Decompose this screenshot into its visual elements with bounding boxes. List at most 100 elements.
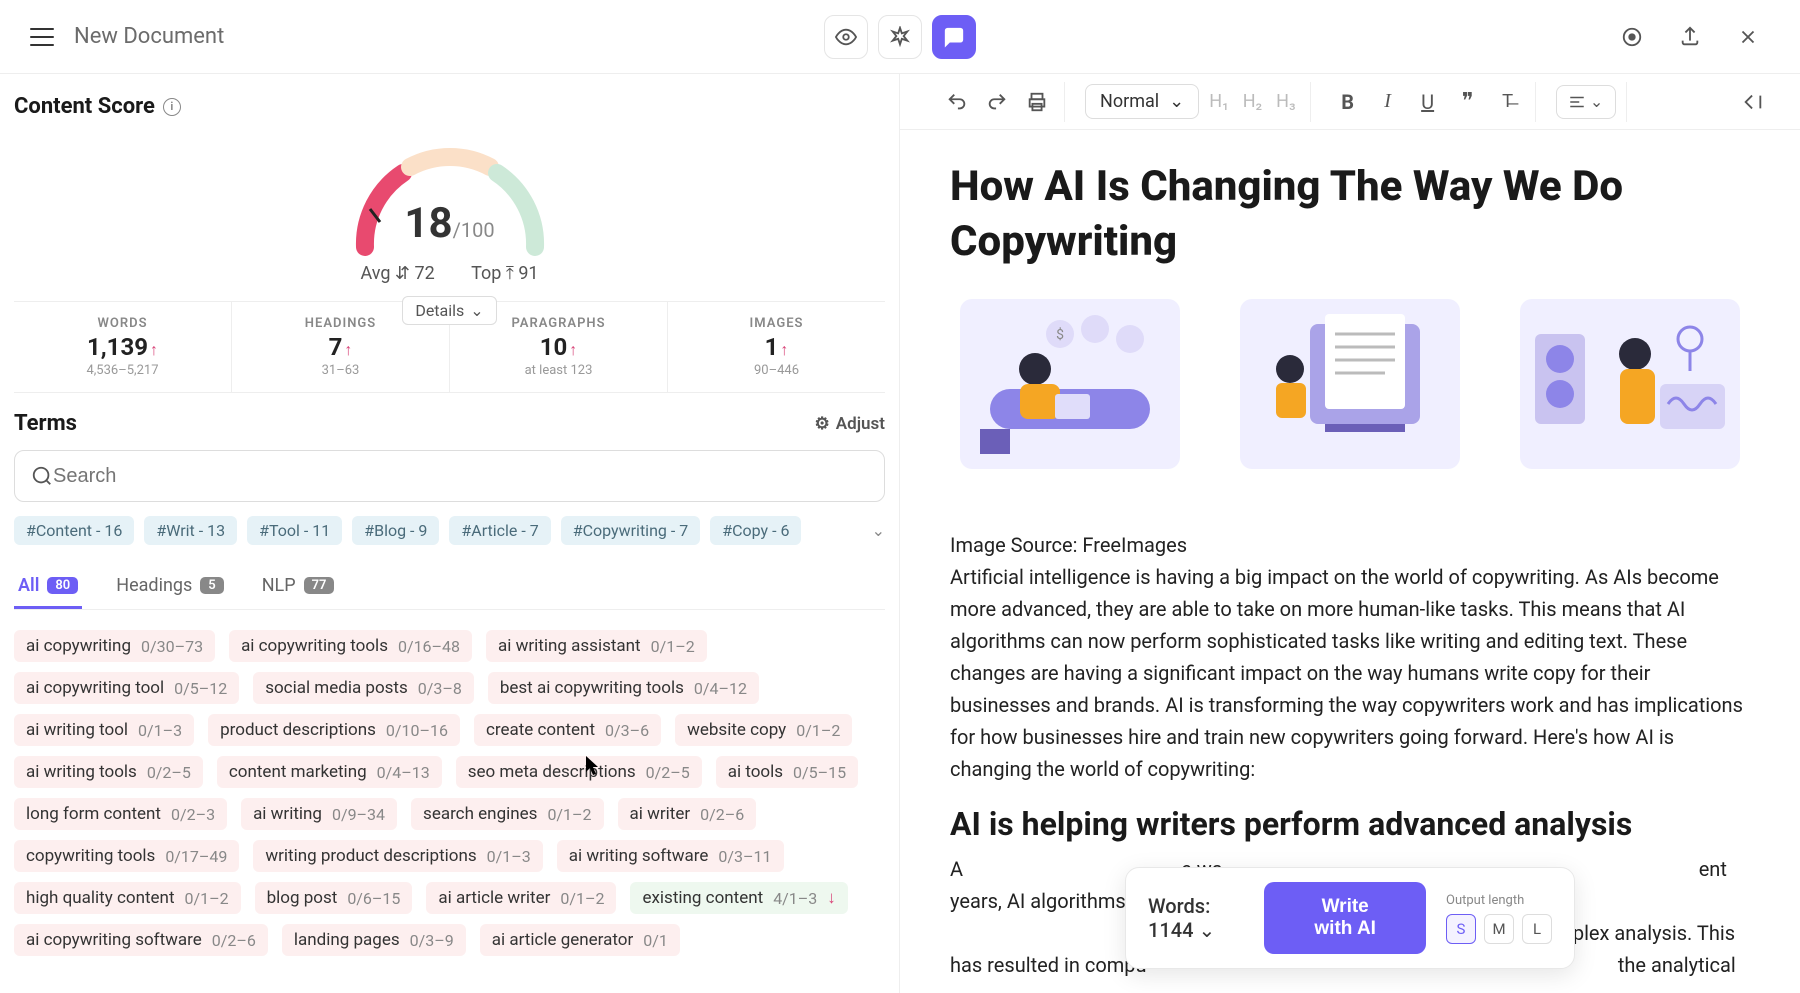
term-chip[interactable]: landing pages0/3–9 xyxy=(282,924,466,956)
hashtag[interactable]: #Tool - 11 xyxy=(247,516,342,545)
close-button[interactable] xyxy=(1726,15,1770,59)
term-chip[interactable]: blog post0/6–15 xyxy=(255,882,413,914)
terms-search[interactable] xyxy=(14,450,885,502)
term-chip[interactable]: search engines0/1–2 xyxy=(411,798,603,830)
size-m-button[interactable]: M xyxy=(1484,914,1514,944)
score-denominator: /100 xyxy=(453,218,495,242)
term-chip[interactable]: ai writing tool0/1–3 xyxy=(14,714,194,746)
term-chip[interactable]: ai article writer0/1–2 xyxy=(426,882,616,914)
stat-words: WORDS 1,139↑ 4,536–5,217 xyxy=(14,302,232,392)
term-chip[interactable]: seo meta descriptions0/2–5 xyxy=(456,756,702,788)
term-chip[interactable]: ai copywriting0/30–73 xyxy=(14,630,215,662)
sliders-icon: ⚙ xyxy=(815,414,830,434)
size-l-button[interactable]: L xyxy=(1522,914,1552,944)
term-chip[interactable]: long form content0/2–3 xyxy=(14,798,227,830)
collapse-button[interactable] xyxy=(1736,85,1770,119)
share-button[interactable] xyxy=(1668,15,1712,59)
term-chip[interactable]: website copy0/1–2 xyxy=(675,714,852,746)
chat-button[interactable] xyxy=(932,15,976,59)
chevron-down-icon: ⌄ xyxy=(1198,918,1215,942)
quote-button[interactable]: ❞ xyxy=(1451,85,1485,119)
hashtag[interactable]: #Copywriting - 7 xyxy=(561,516,701,545)
illustration-row: $ xyxy=(950,299,1750,469)
search-input[interactable] xyxy=(53,465,868,488)
body-paragraph[interactable]: Artificial intelligence is having a big … xyxy=(950,565,1743,781)
print-button[interactable] xyxy=(1020,85,1054,119)
doc-subheading[interactable]: AI is helping writers perform advanced a… xyxy=(950,805,1750,843)
word-count[interactable]: Words: 1144 ⌄ xyxy=(1148,894,1244,942)
adjust-button[interactable]: ⚙Adjust xyxy=(815,414,885,434)
term-chip[interactable]: ai tools0/5–15 xyxy=(716,756,858,788)
doc-heading[interactable]: How AI Is Changing The Way We Do Copywri… xyxy=(950,160,1750,269)
term-chip[interactable]: existing content4/1–3 ↓ xyxy=(630,882,847,914)
document-title[interactable]: New Document xyxy=(74,24,224,49)
details-dropdown[interactable]: Details ⌄ xyxy=(402,296,496,325)
style-dropdown[interactable]: Normal⌄ xyxy=(1085,84,1199,119)
chevron-down-icon: ⌄ xyxy=(1169,91,1184,112)
illustration xyxy=(1520,299,1740,469)
top-value: 91 xyxy=(518,263,538,284)
top-label: Top xyxy=(471,263,501,284)
term-chip[interactable]: product descriptions0/10–16 xyxy=(208,714,460,746)
term-chip[interactable]: ai writing tools0/2–5 xyxy=(14,756,203,788)
term-chip[interactable]: social media posts0/3–8 xyxy=(253,672,474,704)
terms-cloud: ai copywriting0/30–73 ai copywriting tool… xyxy=(14,630,885,993)
term-chip[interactable]: ai copywriting tools0/16–48 xyxy=(229,630,472,662)
avg-value: 72 xyxy=(414,263,434,284)
search-icon xyxy=(31,465,53,487)
illustration xyxy=(1240,299,1460,469)
hashtag[interactable]: #Blog - 9 xyxy=(352,516,439,545)
hashtag[interactable]: #Writ - 13 xyxy=(144,516,237,545)
term-chip[interactable]: ai article generator0/1 xyxy=(480,924,680,956)
term-chip[interactable]: content marketing0/4–13 xyxy=(217,756,442,788)
tab-all[interactable]: All80 xyxy=(14,565,82,609)
align-dropdown[interactable]: ⌄ xyxy=(1556,85,1616,119)
tab-headings[interactable]: Headings5 xyxy=(112,565,227,609)
content-score-title: Content Score xyxy=(14,94,155,119)
info-icon[interactable]: i xyxy=(163,98,181,116)
term-chip[interactable]: ai copywriting software0/2–6 xyxy=(14,924,268,956)
illustration: $ xyxy=(960,299,1180,469)
bold-button[interactable]: B xyxy=(1331,85,1365,119)
output-length-label: Output length xyxy=(1446,893,1552,908)
clear-format-button[interactable]: T̶ xyxy=(1491,85,1525,119)
chevron-down-icon: ⌄ xyxy=(1590,92,1603,111)
hashtag[interactable]: #Content - 16 xyxy=(14,516,134,545)
menu-icon[interactable] xyxy=(30,28,54,46)
term-chip[interactable]: writing product descriptions0/1–3 xyxy=(253,840,542,872)
term-chip[interactable]: create content0/3–6 xyxy=(474,714,661,746)
redo-button[interactable] xyxy=(980,85,1014,119)
preview-button[interactable] xyxy=(824,15,868,59)
term-chip[interactable]: ai writer0/2–6 xyxy=(618,798,757,830)
tab-nlp[interactable]: NLP77 xyxy=(258,565,339,609)
record-button[interactable] xyxy=(1610,15,1654,59)
term-chip[interactable]: copywriting tools0/17–49 xyxy=(14,840,239,872)
h3-button[interactable]: H₃ xyxy=(1272,91,1299,112)
svg-text:$: $ xyxy=(1056,326,1064,343)
hashtag[interactable]: #Article - 7 xyxy=(449,516,550,545)
size-s-button[interactable]: S xyxy=(1446,914,1476,944)
term-chip[interactable]: ai copywriting tool0/5–12 xyxy=(14,672,239,704)
chevron-down-icon[interactable]: ⌄ xyxy=(872,521,885,540)
write-with-ai-button[interactable]: Write with AI xyxy=(1264,882,1426,954)
avg-label: Avg xyxy=(360,263,390,284)
term-chip[interactable]: ai writing0/9–34 xyxy=(241,798,397,830)
h2-button[interactable]: H₂ xyxy=(1239,91,1266,112)
h1-button[interactable]: H₁ xyxy=(1205,91,1232,112)
underline-button[interactable]: U xyxy=(1411,85,1445,119)
terms-title: Terms xyxy=(14,411,77,436)
stat-images: IMAGES 1↑ 90–446 xyxy=(668,302,885,392)
term-chip[interactable]: high quality content0/1–2 xyxy=(14,882,241,914)
italic-button[interactable]: I xyxy=(1371,85,1405,119)
chevron-down-icon: ⌄ xyxy=(470,301,483,320)
image-source: Image Source: FreeImages xyxy=(950,533,1187,557)
term-chip[interactable]: best ai copywriting tools0/4–12 xyxy=(488,672,759,704)
ai-write-bar: Words: 1144 ⌄ Write with AI Output lengt… xyxy=(1125,867,1575,969)
optimize-button[interactable] xyxy=(878,15,922,59)
hashtag-row: #Content - 16 #Writ - 13 #Tool - 11 #Blo… xyxy=(14,516,885,545)
term-chip[interactable]: ai writing software0/3–11 xyxy=(557,840,784,872)
term-chip[interactable]: ai writing assistant0/1–2 xyxy=(486,630,707,662)
undo-button[interactable] xyxy=(940,85,974,119)
score-gauge: 18/100 xyxy=(340,137,560,257)
hashtag[interactable]: #Copy - 6 xyxy=(710,516,801,545)
